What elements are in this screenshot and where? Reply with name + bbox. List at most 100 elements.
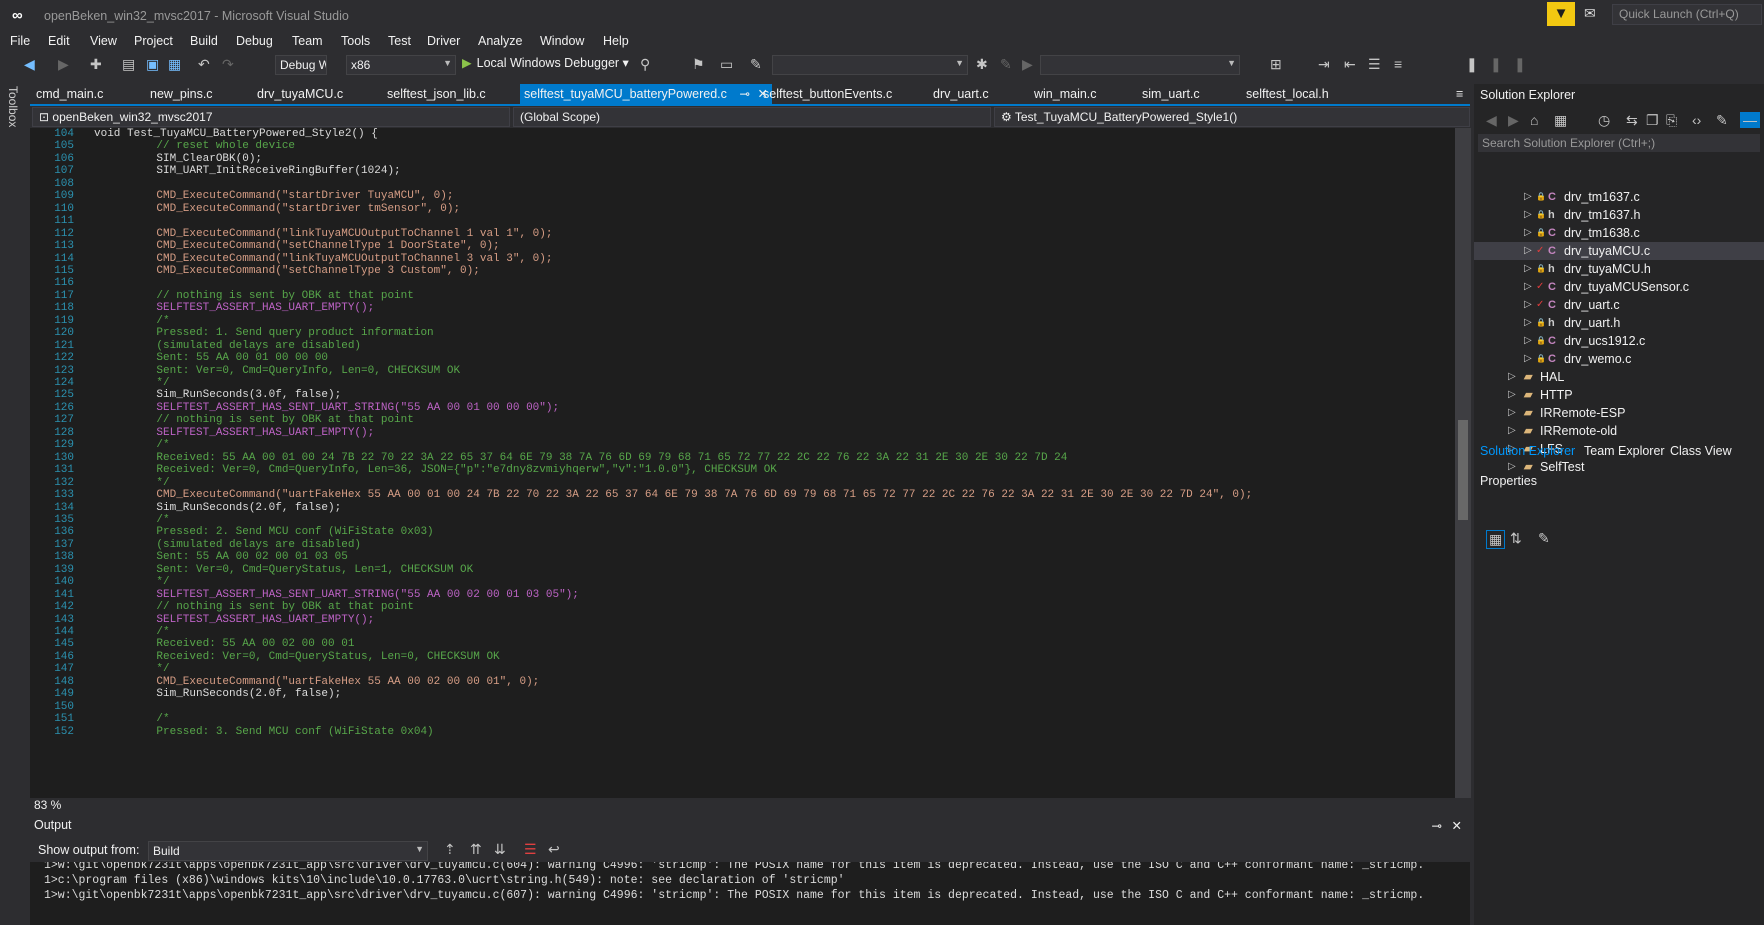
tab-win-main[interactable]: win_main.c (1034, 84, 1097, 104)
categorized-icon[interactable]: ▦ (1486, 530, 1506, 549)
expand-arrow-icon[interactable]: ▷ (1524, 242, 1532, 260)
forward-icon[interactable]: ▶ (1508, 112, 1519, 129)
tab-solution-explorer[interactable]: Solution Explorer (1480, 444, 1575, 458)
tab-selftest-button-events[interactable]: selftest_buttonEvents.c (763, 84, 892, 104)
pending-changes-icon[interactable]: ◷ (1598, 112, 1610, 129)
tree-folder[interactable]: ▷ ▰ IRRemote-ESP (1474, 404, 1764, 422)
expand-arrow-icon[interactable]: ▷ (1524, 260, 1532, 278)
back-icon[interactable]: ◀ (1486, 112, 1497, 129)
quick-launch-input[interactable]: Quick Launch (Ctrl+Q) (1612, 4, 1762, 25)
sync-icon[interactable]: ⇆ (1626, 112, 1638, 129)
expand-arrow-icon[interactable]: ▷ (1524, 224, 1532, 242)
next-bookmark-icon[interactable]: ❚ (1514, 56, 1526, 73)
tree-file[interactable]: ▷ ✓ Cdrv_uart.c (1474, 296, 1764, 314)
attach-icon[interactable]: ⚲ (640, 56, 650, 73)
undo-icon[interactable]: ↶ (198, 56, 210, 73)
code-editor[interactable]: 104 void Test_TuyaMCU_BatteryPowered_Styl… (30, 128, 1470, 798)
expand-arrow-icon[interactable]: ▷ (1524, 350, 1532, 368)
outdent-icon[interactable]: ⇤ (1344, 56, 1356, 73)
prev-message-icon[interactable]: ⇈ (470, 841, 482, 858)
menu-driver[interactable]: Driver (427, 34, 460, 48)
breakpoint-icon[interactable]: ✱ (976, 56, 988, 73)
tab-drv-tuyamcu[interactable]: drv_tuyaMCU.c (257, 84, 343, 104)
menu-project[interactable]: Project (134, 34, 173, 48)
menu-team[interactable]: Team (292, 34, 323, 48)
clear-all-icon[interactable]: ☰ (524, 841, 537, 858)
tab-selftest-tuyamcu-battery[interactable]: selftest_tuyaMCU_batteryPowered.c ⊸ ✕ (520, 84, 772, 104)
diagnostic-icon[interactable]: ⚑ (692, 56, 705, 73)
menu-help[interactable]: Help (603, 34, 629, 48)
tab-cmd-main[interactable]: cmd_main.c (36, 84, 103, 104)
menu-window[interactable]: Window (540, 34, 584, 48)
view-code-icon[interactable]: ‹› (1692, 112, 1701, 128)
toolbox-tab[interactable]: Toolbox (6, 86, 20, 127)
output-source-dropdown[interactable]: Build ▼ (148, 841, 428, 861)
solution-search-input[interactable]: Search Solution Explorer (Ctrl+;) (1478, 134, 1760, 152)
pin-icon[interactable]: ⊸ (740, 84, 750, 104)
tree-file[interactable]: ▷ ✓ Cdrv_tuyaMCUSensor.c (1474, 278, 1764, 296)
tree-file[interactable]: ▷ 🔒 h drv_uart.h (1474, 314, 1764, 332)
bookmark-icon[interactable]: ❚ (1466, 56, 1478, 73)
expand-arrow-icon[interactable]: ▷ (1508, 368, 1516, 386)
menu-debug[interactable]: Debug (236, 34, 273, 48)
run-debugger-button[interactable]: ▶ Local Windows Debugger ▾ (462, 55, 629, 70)
scope-dropdown[interactable]: (Global Scope) (513, 107, 991, 127)
next-message-icon[interactable]: ⇊ (494, 841, 506, 858)
new-project-icon[interactable]: ✚ (90, 56, 102, 73)
expand-arrow-icon[interactable]: ▷ (1508, 404, 1516, 422)
tab-new-pins[interactable]: new_pins.c (150, 84, 213, 104)
tab-overflow-icon[interactable]: ≡ (1456, 84, 1463, 104)
property-pages-icon[interactable]: ✎ (1538, 530, 1550, 547)
editor-scroll-thumb[interactable] (1458, 420, 1468, 520)
tree-file[interactable]: ▷ 🔒 Cdrv_ucs1912.c (1474, 332, 1764, 350)
tool-icon[interactable]: ✎ (750, 56, 762, 73)
menu-tools[interactable]: Tools (341, 34, 370, 48)
stack-frame-dropdown[interactable]: ▼ (1040, 55, 1240, 75)
expand-arrow-icon[interactable]: ▷ (1524, 188, 1532, 206)
uncomment-icon[interactable]: ≡ (1394, 56, 1402, 72)
menu-build[interactable]: Build (190, 34, 218, 48)
save-all-icon[interactable]: ▦ (168, 56, 181, 73)
member-dropdown[interactable]: ⚙ Test_TuyaMCU_BatteryPowered_Style1() (994, 107, 1470, 127)
open-file-icon[interactable]: ▤ (122, 56, 135, 73)
notification-filter-icon[interactable]: ▼ (1547, 2, 1575, 26)
output-text[interactable]: 1>w:\git\openbk7231t\apps\openbk7231t_ap… (30, 862, 1470, 925)
tree-folder[interactable]: ▷ ▰ HTTP (1474, 386, 1764, 404)
switch-views-icon[interactable]: ▦ (1554, 112, 1567, 129)
pin-icon[interactable]: ⊸ (1432, 818, 1442, 833)
tree-folder[interactable]: ▷ ▰ HAL (1474, 368, 1764, 386)
home-icon[interactable]: ⌂ (1530, 112, 1538, 128)
project-dropdown[interactable]: ⊡ openBeken_win32_mvsc2017 (32, 107, 510, 127)
forward-icon[interactable]: ▶ (58, 56, 69, 73)
console-icon[interactable]: ▭ (720, 56, 733, 73)
expand-arrow-icon[interactable]: ▷ (1524, 332, 1532, 350)
menu-edit[interactable]: Edit (48, 34, 70, 48)
platform-dropdown[interactable]: x86 ▼ (346, 55, 456, 75)
find-dropdown[interactable]: ▼ (772, 55, 968, 75)
step-icon[interactable]: ✎ (1000, 56, 1012, 73)
tree-file[interactable]: ▷ 🔒 h drv_tuyaMCU.h (1474, 260, 1764, 278)
redo-icon[interactable]: ↷ (222, 56, 234, 73)
show-all-files-icon[interactable]: ⎘ (1666, 112, 1677, 129)
tree-file[interactable]: ▷ 🔒 Cdrv_tm1638.c (1474, 224, 1764, 242)
tab-sim-uart[interactable]: sim_uart.c (1142, 84, 1200, 104)
expand-arrow-icon[interactable]: ▷ (1524, 314, 1532, 332)
tree-file[interactable]: ▷ 🔒 Cdrv_tm1637.c (1474, 188, 1764, 206)
menu-analyze[interactable]: Analyze (478, 34, 522, 48)
continue-icon[interactable]: ▶ (1022, 56, 1033, 73)
comment-icon[interactable]: ☰ (1368, 56, 1381, 73)
tree-folder[interactable]: ▷ ▰ IRRemote-old (1474, 422, 1764, 440)
configuration-dropdown[interactable]: Debug W (275, 55, 327, 75)
tab-selftest-json-lib[interactable]: selftest_json_lib.c (387, 84, 486, 104)
tab-class-view[interactable]: Class View (1670, 444, 1732, 458)
expand-arrow-icon[interactable]: ▷ (1508, 386, 1516, 404)
tab-drv-uart[interactable]: drv_uart.c (933, 84, 989, 104)
go-to-message-icon[interactable]: ⇡ (444, 841, 456, 858)
feedback-icon[interactable]: ✉ (1584, 5, 1596, 22)
layout-icon[interactable]: ⊞ (1270, 56, 1282, 73)
tree-file[interactable]: ▷ 🔒 Cdrv_wemo.c (1474, 350, 1764, 368)
close-icon[interactable]: ✕ (1452, 818, 1462, 833)
zoom-level[interactable]: 83 % (30, 798, 1470, 814)
expand-arrow-icon[interactable]: ▷ (1524, 278, 1532, 296)
tab-selftest-local[interactable]: selftest_local.h (1246, 84, 1329, 104)
